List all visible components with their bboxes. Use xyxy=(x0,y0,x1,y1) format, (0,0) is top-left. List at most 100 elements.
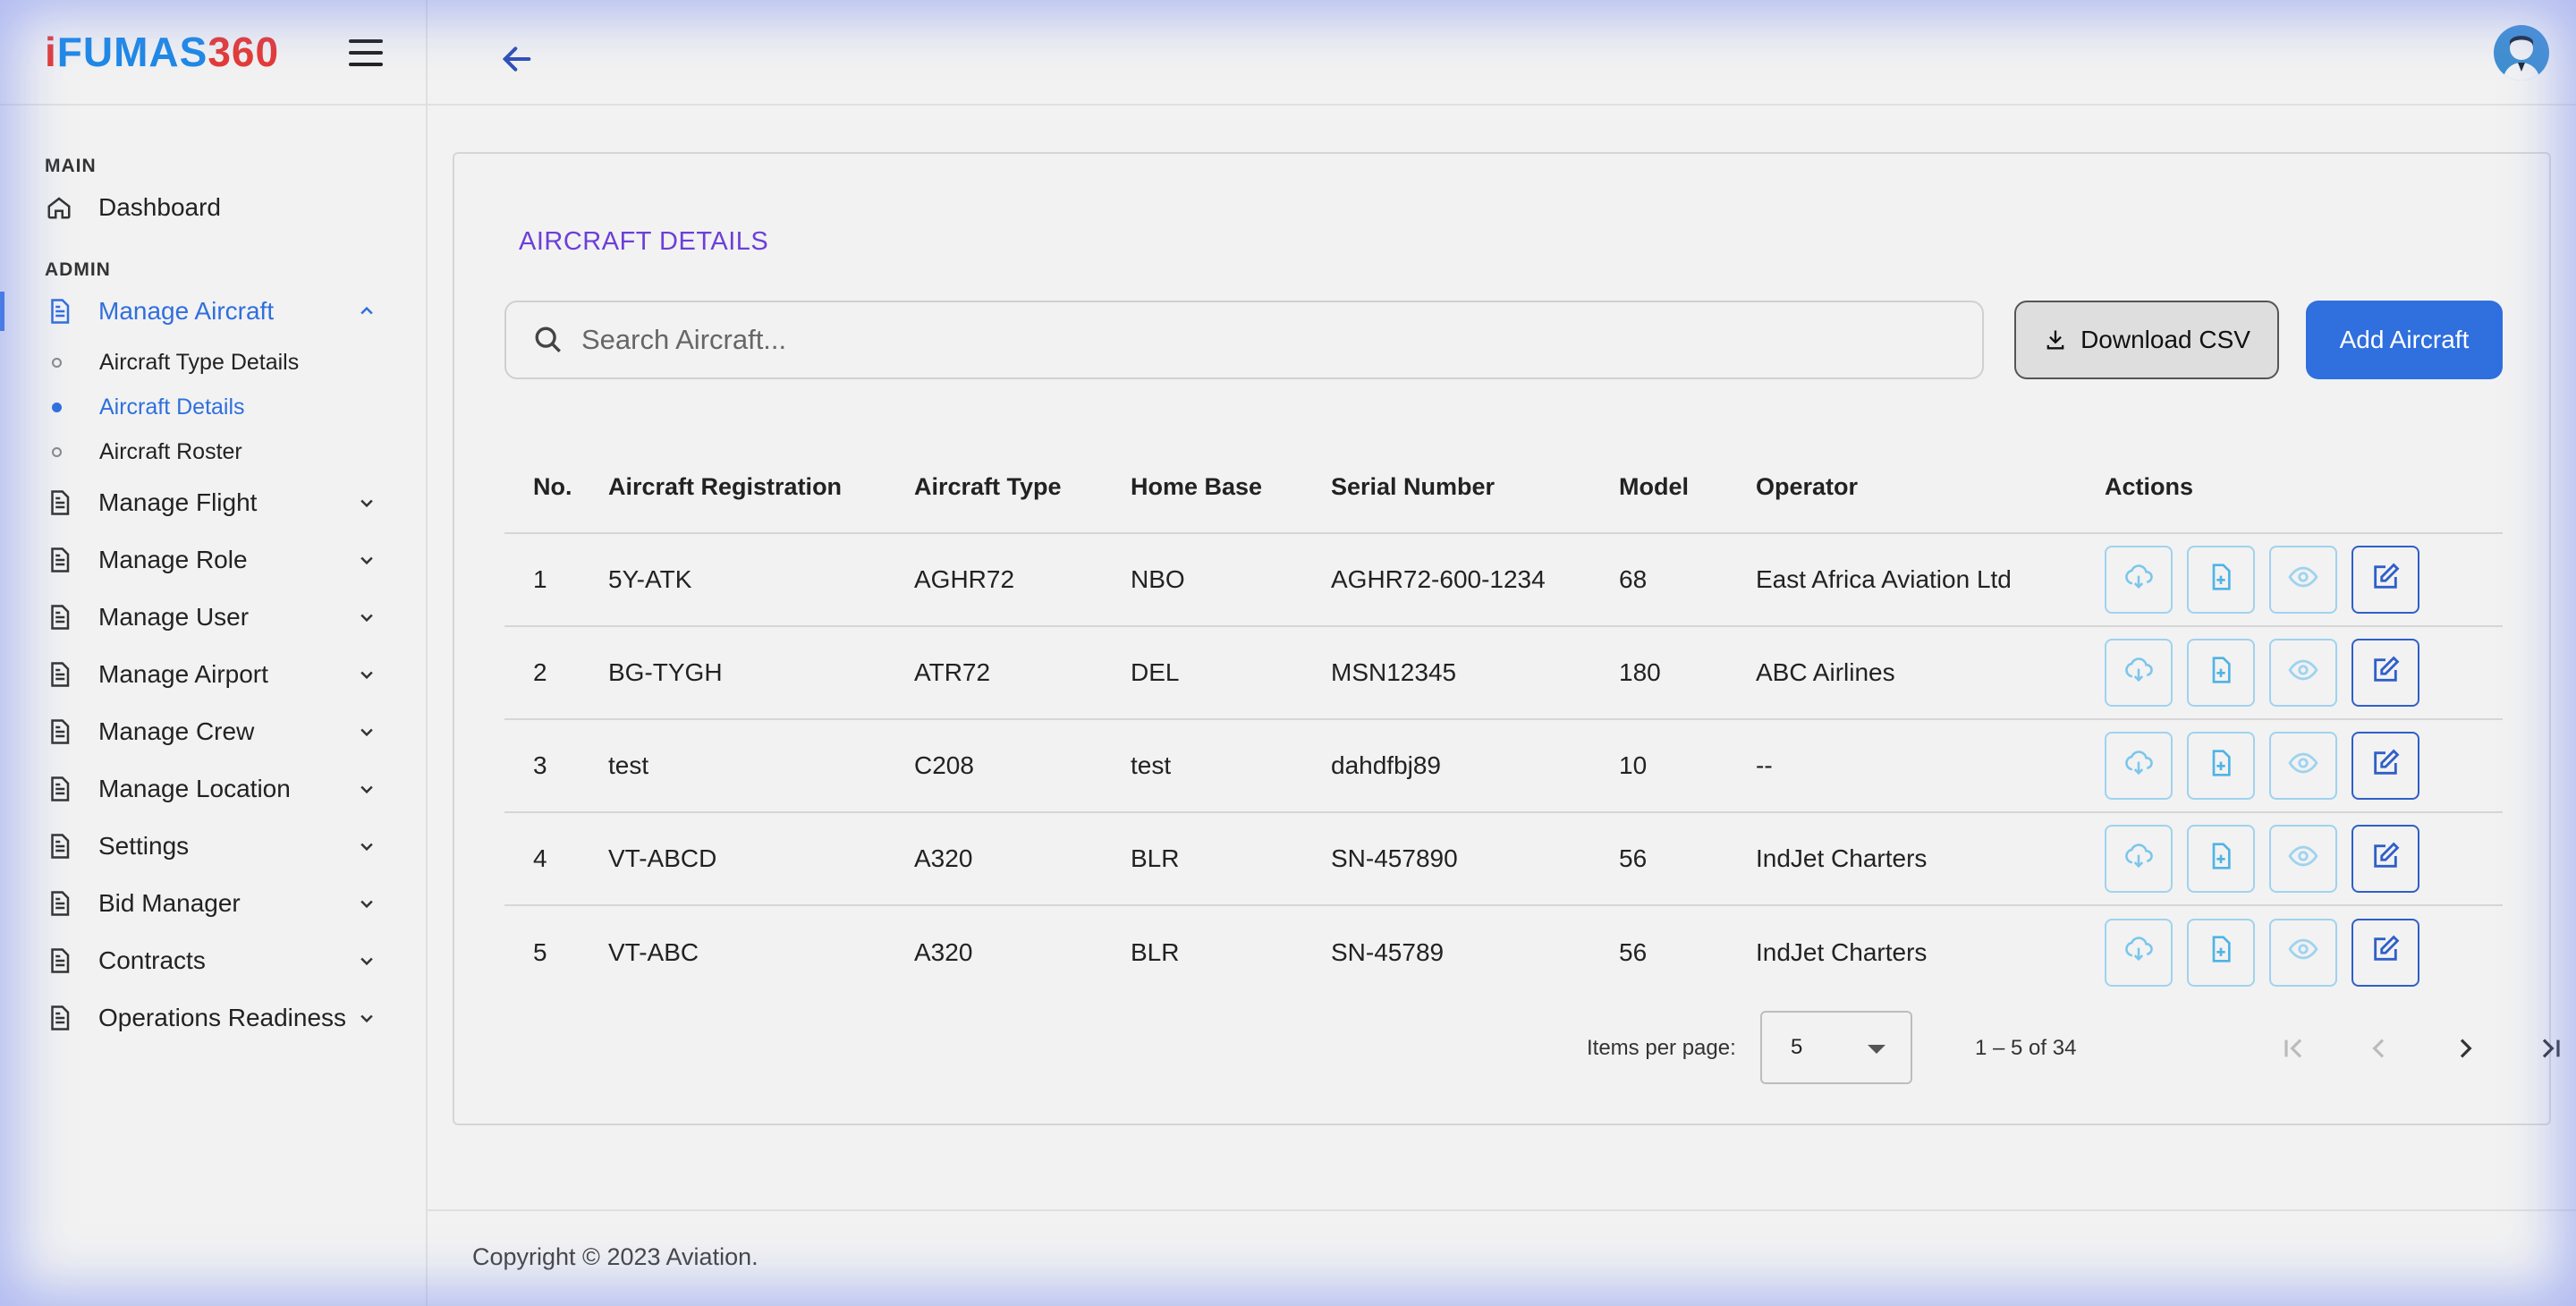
cell-home-base: BLR xyxy=(1131,937,1180,966)
download-icon xyxy=(2046,330,2064,350)
sidebar-item-label: Manage Location xyxy=(98,775,291,802)
table-row: 3 test C208 test dahdfbj89 10 -- xyxy=(504,719,2503,813)
document-icon xyxy=(45,946,73,975)
sidebar-item-manage-crew[interactable]: Manage Crew xyxy=(0,703,426,760)
chevron-right-icon xyxy=(2460,1039,2472,1058)
first-page-button[interactable] xyxy=(2275,1030,2311,1066)
cell-type: AGHR72 xyxy=(914,533,1131,627)
section-main-label: MAIN xyxy=(45,156,97,176)
sidebar-item-manage-user[interactable]: Manage User xyxy=(0,589,426,646)
dropdown-caret-icon xyxy=(1868,1045,1885,1054)
sidebar-item-manage-aircraft[interactable]: Manage Aircraft xyxy=(0,283,426,340)
cell-registration: test xyxy=(608,719,914,813)
last-page-button[interactable] xyxy=(2533,1030,2569,1066)
bullet-icon xyxy=(52,446,62,457)
cell-no: 4 xyxy=(504,812,608,906)
sidebar-subitem-aircraft-details[interactable]: Aircraft Details xyxy=(0,385,426,429)
sidebar-item-label: Manage Flight xyxy=(98,488,258,516)
next-page-button[interactable] xyxy=(2447,1030,2483,1066)
chevron-up-icon xyxy=(360,306,373,315)
column-header-operator: Operator xyxy=(1756,442,2105,534)
column-header-model: Model xyxy=(1619,442,1756,534)
sidebar-subitem-aircraft-roster[interactable]: Aircraft Roster xyxy=(0,429,426,474)
chevron-down-icon xyxy=(360,785,373,794)
edit-button[interactable] xyxy=(2351,825,2419,893)
sidebar-subitem-aircraft-type-details[interactable]: Aircraft Type Details xyxy=(0,340,426,385)
add-document-button[interactable] xyxy=(2187,825,2255,893)
logo-f: F xyxy=(56,29,83,75)
search-icon xyxy=(535,326,561,352)
cell-operator: ABC Airlines xyxy=(1756,626,2105,720)
search-input[interactable] xyxy=(581,324,1923,356)
menu-toggle-icon[interactable] xyxy=(349,39,383,66)
app-logo[interactable]: i F UMAS 360 xyxy=(45,28,279,76)
chevron-down-icon xyxy=(360,900,373,909)
edit-button[interactable] xyxy=(2351,546,2419,614)
cell-model: 180 xyxy=(1619,626,1756,720)
sidebar-item-dashboard[interactable]: Dashboard xyxy=(0,179,426,236)
sidebar-subitem-label: Aircraft Details xyxy=(99,394,245,420)
cell-serial: AGHR72-600-1234 xyxy=(1331,533,1619,627)
sidebar-item-label: Operations Readiness xyxy=(98,1004,347,1031)
cell-type: A320 xyxy=(914,937,973,966)
add-aircraft-button[interactable]: Add Aircraft xyxy=(2306,301,2503,379)
table-header-row: No. Aircraft Registration Aircraft Type … xyxy=(504,442,2503,534)
sidebar-item-operations-readiness[interactable]: Operations Readiness xyxy=(0,989,426,1047)
chevron-down-icon xyxy=(360,957,373,966)
eye-icon xyxy=(2288,748,2318,784)
section-admin-label: ADMIN xyxy=(45,259,111,280)
search-box[interactable] xyxy=(504,301,1984,379)
add-document-button[interactable] xyxy=(2187,732,2255,800)
edit-button[interactable] xyxy=(2351,732,2419,800)
back-arrow-icon[interactable] xyxy=(499,41,535,77)
table-row: 2 BG-TYGH ATR72 DEL MSN12345 180 ABC Airlines xyxy=(504,626,2503,720)
edit-button[interactable] xyxy=(2351,639,2419,707)
user-avatar[interactable] xyxy=(2494,25,2549,81)
add-document-button[interactable] xyxy=(2187,546,2255,614)
chevron-down-icon xyxy=(360,671,373,680)
sidebar-item-settings[interactable]: Settings xyxy=(0,818,426,875)
download-row-button[interactable] xyxy=(2105,546,2173,614)
sidebar-item-manage-location[interactable]: Manage Location xyxy=(0,760,426,818)
view-button[interactable] xyxy=(2269,639,2337,707)
chevron-down-icon xyxy=(360,1014,373,1023)
column-header-serial: Serial Number xyxy=(1331,442,1619,534)
cell-model: 10 xyxy=(1619,719,1756,813)
document-icon xyxy=(45,297,73,326)
download-row-button[interactable] xyxy=(2105,639,2173,707)
eye-icon xyxy=(2288,655,2318,691)
items-per-page-value: 5 xyxy=(1791,1035,1803,1059)
sidebar-item-manage-flight[interactable]: Manage Flight xyxy=(0,474,426,531)
download-row-button[interactable] xyxy=(2105,918,2173,987)
view-button[interactable] xyxy=(2269,546,2337,614)
cell-home-base: test xyxy=(1131,719,1331,813)
add-document-button[interactable] xyxy=(2187,918,2255,987)
download-csv-label: Download CSV xyxy=(2080,326,2250,353)
view-button[interactable] xyxy=(2269,918,2337,987)
home-icon xyxy=(45,193,73,222)
copyright-text: Copyright © 2023 Aviation. xyxy=(472,1243,758,1270)
logo-bar: i F UMAS 360 xyxy=(0,0,426,106)
bullet-icon xyxy=(52,357,62,368)
cell-operator: IndJet Charters xyxy=(1756,812,2105,906)
logo-number: 360 xyxy=(208,29,280,75)
previous-page-button[interactable] xyxy=(2361,1030,2397,1066)
download-row-button[interactable] xyxy=(2105,732,2173,800)
cell-type: C208 xyxy=(914,719,1131,813)
sidebar-item-manage-airport[interactable]: Manage Airport xyxy=(0,646,426,703)
sidebar-item-manage-role[interactable]: Manage Role xyxy=(0,531,426,589)
download-csv-button[interactable]: Download CSV xyxy=(2014,301,2279,379)
edit-button[interactable] xyxy=(2351,918,2419,987)
sidebar-item-bid-manager[interactable]: Bid Manager xyxy=(0,875,426,932)
add-document-button[interactable] xyxy=(2187,639,2255,707)
chevron-down-icon xyxy=(360,556,373,565)
sidebar-item-contracts[interactable]: Contracts xyxy=(0,932,426,989)
view-button[interactable] xyxy=(2269,732,2337,800)
edit-icon xyxy=(2370,748,2401,784)
view-button[interactable] xyxy=(2269,825,2337,893)
cell-registration: 5Y-ATK xyxy=(608,533,914,627)
cell-home-base: DEL xyxy=(1131,626,1331,720)
download-row-button[interactable] xyxy=(2105,825,2173,893)
cell-actions xyxy=(2105,905,2503,998)
items-per-page-select[interactable]: 5 xyxy=(1760,1011,1912,1084)
